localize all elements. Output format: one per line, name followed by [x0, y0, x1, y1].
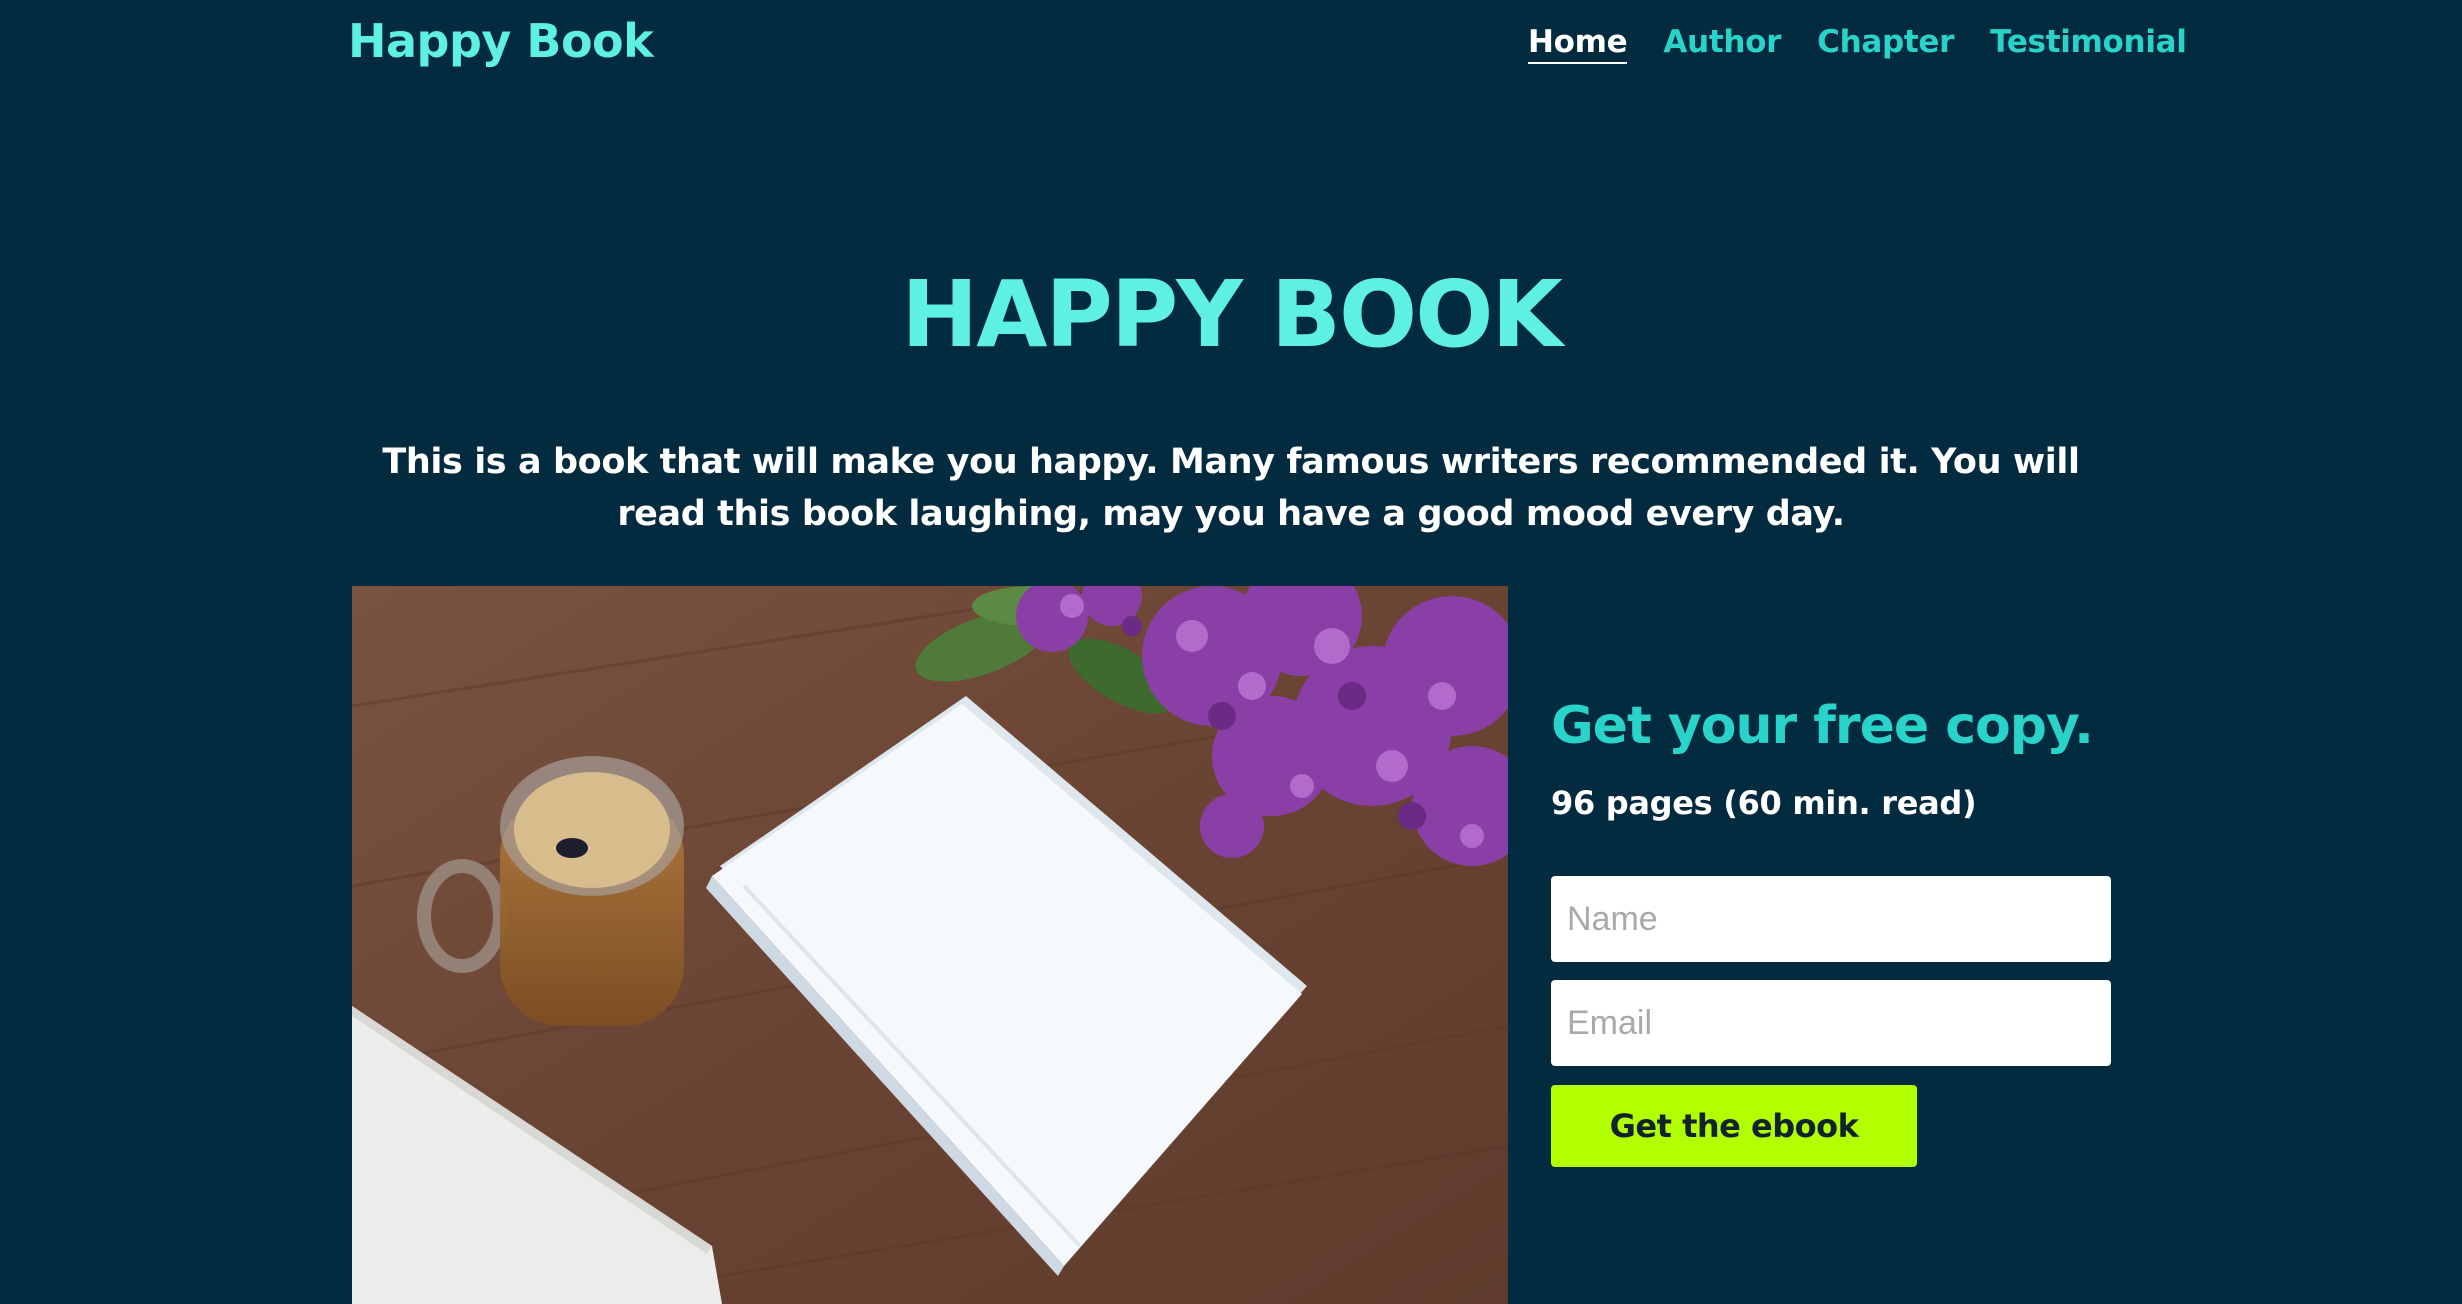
landing-page: Happy Book Home Author Chapter Testimoni… — [0, 0, 2462, 1304]
book-length-info: 96 pages (60 min. read) — [1551, 784, 1977, 822]
main-nav: Home Author Chapter Testimonial — [1528, 24, 2187, 64]
nav-testimonial[interactable]: Testimonial — [1990, 24, 2187, 64]
email-input[interactable] — [1551, 980, 2111, 1066]
site-logo[interactable]: Happy Book — [348, 14, 654, 68]
nav-home[interactable]: Home — [1528, 24, 1628, 64]
signup-title: Get your free copy. — [1551, 696, 2094, 756]
signup-panel: Get your free copy. 96 pages (60 min. re… — [1551, 696, 2111, 1167]
name-input[interactable] — [1551, 876, 2111, 962]
hero-book-image — [352, 586, 1508, 1304]
get-ebook-button[interactable]: Get the ebook — [1551, 1085, 1917, 1167]
nav-chapter[interactable]: Chapter — [1817, 24, 1954, 64]
hero-title: HAPPY BOOK — [901, 261, 1563, 368]
nav-author[interactable]: Author — [1663, 24, 1781, 64]
hero-description: This is a book that will make you happy.… — [382, 442, 2080, 534]
book-photo-illustration — [352, 586, 1508, 1304]
